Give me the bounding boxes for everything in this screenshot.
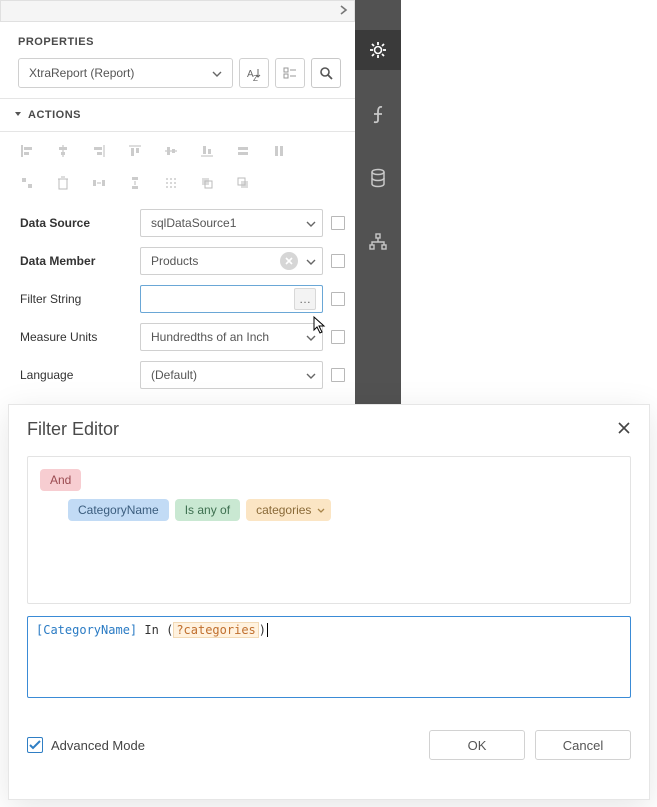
delete-icon[interactable] [48,170,78,196]
expr-token-op: In [144,623,158,637]
measure-units-value: Hundredths of an Inch [151,330,269,344]
chevron-down-icon [212,66,222,80]
pin-toggle[interactable] [331,216,345,230]
sort-button[interactable]: AZ [239,58,269,88]
data-member-value: Products [151,254,198,268]
svg-text:Z: Z [253,74,258,83]
align-vcenter-icon[interactable] [156,138,186,164]
align-right-icon[interactable] [84,138,114,164]
ellipsis-button[interactable]: … [294,288,316,310]
same-size-icon[interactable] [12,170,42,196]
ok-button[interactable]: OK [429,730,525,760]
report-element-selector[interactable]: XtraReport (Report) [18,58,233,88]
side-tab-strip [355,0,401,405]
operator-pill[interactable]: Is any of [175,499,240,521]
collapse-bar[interactable] [0,0,355,22]
snap-grid-icon[interactable] [156,170,186,196]
align-bottom-icon[interactable] [192,138,222,164]
vspace-icon[interactable] [120,170,150,196]
align-top-icon[interactable] [120,138,150,164]
cancel-button[interactable]: Cancel [535,730,631,760]
pin-toggle[interactable] [331,292,345,306]
actions-section-header[interactable]: ACTIONS [0,98,355,132]
chevron-down-icon [317,503,325,517]
advanced-mode-label: Advanced Mode [51,738,145,753]
chevron-down-icon [306,216,316,230]
checkbox-checked-icon [27,737,43,753]
alignment-toolbar [0,132,340,200]
data-member-field[interactable]: Products [140,247,323,275]
field-pill[interactable]: CategoryName [68,499,169,521]
hspace-icon[interactable] [84,170,114,196]
chevron-right-icon [340,4,348,18]
chevron-down-icon [306,368,316,382]
cursor-icon [313,316,329,339]
database-icon [369,168,387,188]
chevron-down-icon [306,254,316,268]
advanced-mode-checkbox[interactable]: Advanced Mode [27,737,145,753]
same-width-icon[interactable] [228,138,258,164]
tree-icon [368,233,388,251]
properties-tab[interactable] [355,30,401,70]
data-source-value: sqlDataSource1 [151,216,236,230]
value-pill-text: categories [256,503,311,517]
expr-token-close: ) [259,623,266,637]
actions-title: ACTIONS [28,109,81,121]
expressions-tab[interactable] [355,94,401,134]
text-caret [267,623,275,637]
dialog-title: Filter Editor [27,419,119,440]
pin-toggle[interactable] [331,330,345,344]
caret-down-icon [14,109,22,121]
condition-tree: And CategoryName Is any of categories [27,456,631,604]
value-pill[interactable]: categories [246,499,331,521]
properties-title: PROPERTIES [0,22,355,56]
same-height-icon[interactable] [264,138,294,164]
align-left-icon[interactable] [12,138,42,164]
clear-icon[interactable] [280,252,298,270]
bring-front-icon[interactable] [192,170,222,196]
prop-label-data-source: Data Source [10,216,140,230]
selector-label: XtraReport (Report) [29,66,134,80]
function-icon [370,104,386,124]
expr-token-param: ?categories [173,622,258,638]
pin-toggle[interactable] [331,368,345,382]
expression-input[interactable]: [CategoryName] In (?categories) [27,616,631,698]
data-tab[interactable] [355,158,401,198]
data-source-field[interactable]: sqlDataSource1 [140,209,323,237]
align-hcenter-icon[interactable] [48,138,78,164]
filter-editor-dialog: Filter Editor And CategoryName Is any of… [8,404,650,800]
expr-token-field: [CategoryName] [36,623,137,637]
prop-label-language: Language [10,368,140,382]
group-operator-pill[interactable]: And [40,469,81,491]
properties-panel: PROPERTIES XtraReport (Report) AZ ACTION… [0,0,355,394]
measure-units-field[interactable]: Hundredths of an Inch [140,323,323,351]
gear-icon [368,40,388,60]
language-field[interactable]: (Default) [140,361,323,389]
categorized-button[interactable] [275,58,305,88]
search-button[interactable] [311,58,341,88]
language-value: (Default) [151,368,197,382]
prop-label-filter-string: Filter String [10,292,140,306]
prop-label-data-member: Data Member [10,254,140,268]
pin-toggle[interactable] [331,254,345,268]
filter-string-field[interactable]: … [140,285,323,313]
report-explorer-tab[interactable] [355,222,401,262]
close-button[interactable] [617,419,631,440]
prop-label-measure-units: Measure Units [10,330,140,344]
send-back-icon[interactable] [228,170,258,196]
